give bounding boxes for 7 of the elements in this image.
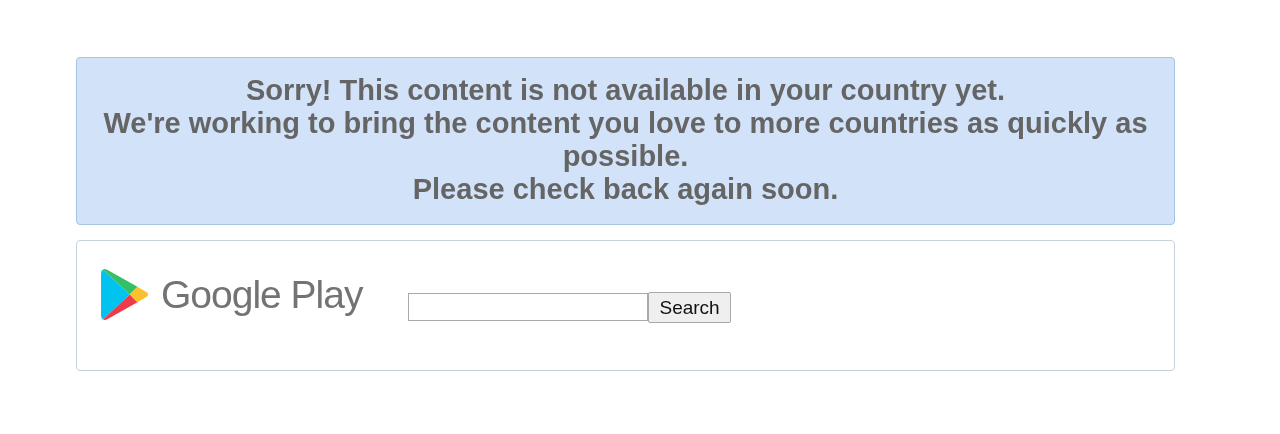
notice-text: Sorry! This content is not available in your country yet. [245,74,1006,107]
search-field[interactable] [408,293,649,321]
logo-text: Google Play [161,272,363,317]
play-triangle-icon [101,268,149,321]
notice-text: We're working to bring the content you love to more countries as quickly as possible. [102,107,1149,173]
notice-text: Please check back again soon. [411,173,840,206]
search-button[interactable]: Search [648,292,731,323]
